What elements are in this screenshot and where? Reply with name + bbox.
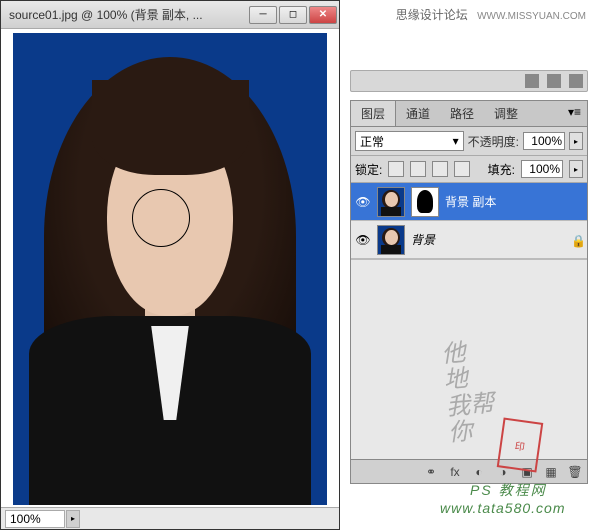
watermark-calligraphy: 他地我帮你 [440,338,497,447]
status-bar: 100% ▸ [1,507,339,529]
lock-fill-row: 锁定: 填充: 100% ▸ [351,156,587,183]
maximize-button[interactable]: ◻ [279,6,307,24]
fill-slider-button[interactable]: ▸ [569,160,583,178]
tab-channels[interactable]: 通道 [396,101,440,126]
mask-thumbnail[interactable] [411,187,439,217]
opacity-slider-button[interactable]: ▸ [569,132,583,150]
document-title: source01.jpg @ 100% (背景 副本, ... [9,6,249,23]
lock-icon: 🔒 [571,234,583,246]
right-area: 思缘设计论坛 WWW.MISSYUAN.COM 图层 通道 路径 调整 ▾≡ 正… [340,0,598,530]
watermark-site-url: www.tata580.com [440,500,566,516]
layer-thumbnail[interactable] [377,225,405,255]
window-controls: ─ ◻ ✕ [249,6,337,24]
delete-layer-button[interactable]: 🗑 [567,464,583,480]
blend-mode-select[interactable]: 正常 ▾ [355,131,464,151]
eye-icon: 👁 [355,195,370,209]
visibility-toggle[interactable]: 👁 [355,232,371,248]
add-mask-button[interactable]: ◐ [471,464,487,480]
layer-style-button[interactable]: fx [447,464,463,480]
layer-thumbnail[interactable] [377,187,405,217]
close-button[interactable]: ✕ [309,6,337,24]
panel-menu-button[interactable]: ▾≡ [562,101,587,126]
watermark-stamp: 印 [497,417,544,472]
tab-layers[interactable]: 图层 [351,101,396,126]
new-layer-button[interactable]: ▦ [543,464,559,480]
lock-transparent-button[interactable] [388,161,404,177]
lock-position-button[interactable] [432,161,448,177]
layer-name[interactable]: 背景 [411,231,565,248]
opacity-label: 不透明度: [468,133,519,150]
layer-row[interactable]: 👁 背景 🔒 [351,221,587,259]
minimize-button[interactable]: ─ [249,6,277,24]
opacity-input[interactable]: 100% [523,132,565,150]
zoom-input[interactable]: 100% [5,510,65,528]
layers-panel-footer: ⚭ fx ◐ ◑ ▣ ▦ 🗑 [351,459,587,483]
eye-icon: 👁 [355,233,370,247]
watermark-top: 思缘设计论坛 WWW.MISSYUAN.COM [396,6,586,23]
blend-opacity-row: 正常 ▾ 不透明度: 100% ▸ [351,127,587,156]
layer-name[interactable]: 背景 副本 [445,193,583,210]
watermark-site-name: PS 教程网 [470,480,547,500]
zoom-dropdown-button[interactable]: ▸ [66,510,80,528]
canvas[interactable] [13,33,327,505]
document-window: source01.jpg @ 100% (背景 副本, ... ─ ◻ ✕ 10… [0,0,340,530]
tab-paths[interactable]: 路径 [440,101,484,126]
panel-icon[interactable] [569,74,583,88]
chevron-down-icon: ▾ [453,134,459,148]
tab-adjustments[interactable]: 调整 [484,101,528,126]
fill-input[interactable]: 100% [521,160,563,178]
layer-list: 👁 背景 副本 👁 背景 🔒 [351,183,587,259]
panel-icon[interactable] [547,74,561,88]
lock-pixels-button[interactable] [410,161,426,177]
panel-icon[interactable] [525,74,539,88]
image-content [13,33,327,505]
collapsed-panel-bar[interactable] [350,70,588,92]
panel-tabs: 图层 通道 路径 调整 ▾≡ [351,101,587,127]
lock-label: 锁定: [355,161,382,178]
lock-all-button[interactable] [454,161,470,177]
visibility-toggle[interactable]: 👁 [355,194,371,210]
link-layers-button[interactable]: ⚭ [423,464,439,480]
fill-label: 填充: [488,161,515,178]
titlebar: source01.jpg @ 100% (背景 副本, ... ─ ◻ ✕ [1,1,339,29]
layer-row[interactable]: 👁 背景 副本 [351,183,587,221]
